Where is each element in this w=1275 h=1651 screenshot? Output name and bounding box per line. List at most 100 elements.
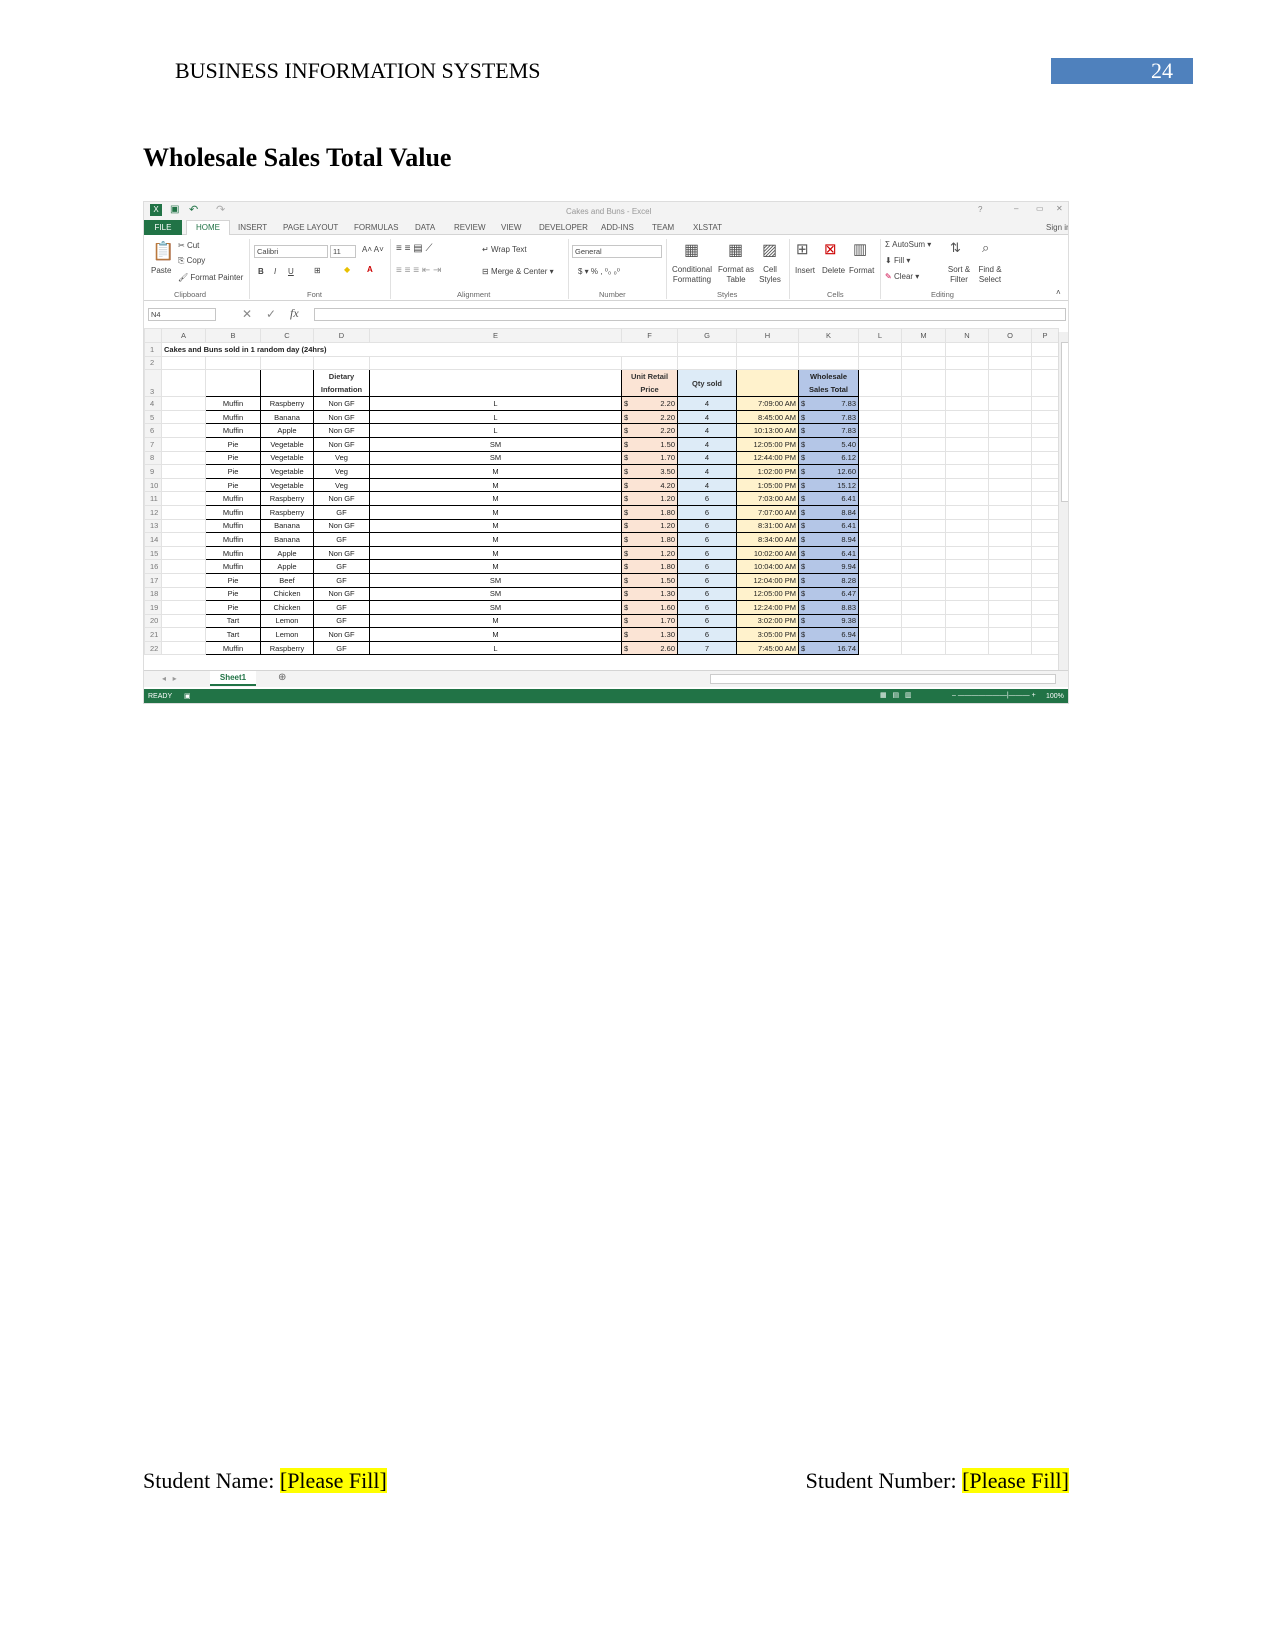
cell[interactable] [988, 423, 1032, 438]
row-header[interactable]: 14 [144, 532, 162, 547]
cell[interactable] [988, 436, 1032, 452]
cell[interactable] [988, 586, 1032, 602]
insert-function-icon[interactable]: fx [290, 306, 299, 321]
cell[interactable] [161, 409, 206, 425]
cell-qty[interactable]: 4 [677, 423, 737, 438]
cell-wholesale-total[interactable]: $6.47 [798, 586, 859, 602]
column-header[interactable]: D [313, 328, 370, 343]
cell[interactable] [988, 369, 1032, 398]
cell[interactable] [945, 532, 989, 547]
cell[interactable] [988, 409, 1032, 425]
cell[interactable] [988, 518, 1032, 534]
cell-dietary[interactable]: GF [313, 504, 370, 520]
cell[interactable] [161, 600, 206, 615]
bold-button[interactable]: B [258, 267, 264, 276]
row-header[interactable]: 7 [144, 436, 162, 452]
cell[interactable] [677, 355, 737, 371]
tab-team[interactable]: TEAM [652, 223, 674, 232]
cell-qty[interactable]: 6 [677, 532, 737, 547]
cell-size[interactable]: SM [369, 586, 622, 602]
redo-icon[interactable]: ↷ [216, 203, 225, 216]
cut-button[interactable]: ✂ Cut [178, 241, 199, 250]
row-header[interactable]: 6 [144, 423, 162, 438]
cell[interactable] [988, 477, 1032, 493]
row-header[interactable]: 17 [144, 572, 162, 588]
cell-dietary[interactable]: Non GF [313, 491, 370, 506]
cell[interactable] [901, 396, 946, 411]
cell-item[interactable]: Pie [205, 464, 261, 479]
cell-wholesale-total[interactable]: $8.83 [798, 600, 859, 615]
cell-unit-price[interactable]: $2.20 [621, 396, 678, 411]
fill-button[interactable]: ⬇ Fill ▾ [885, 256, 910, 265]
cell-unit-price[interactable]: $1.70 [621, 450, 678, 466]
cell[interactable] [988, 613, 1032, 629]
cell[interactable] [945, 545, 989, 561]
cell[interactable] [858, 600, 902, 615]
cell[interactable] [901, 532, 946, 547]
cell[interactable] [945, 436, 989, 452]
column-header[interactable]: C [260, 328, 314, 343]
save-icon[interactable]: ▣ [170, 204, 179, 215]
cell[interactable] [161, 355, 206, 371]
cell-time[interactable]: 1:05:00 PM [736, 477, 799, 493]
select-all[interactable] [144, 328, 162, 343]
cell-size[interactable]: SM [369, 600, 622, 615]
cell-time[interactable]: 7:03:00 AM [736, 491, 799, 506]
column-header[interactable]: P [1031, 328, 1059, 343]
cell-qty[interactable]: 6 [677, 504, 737, 520]
cell-size[interactable]: M [369, 532, 622, 547]
cell-size[interactable]: M [369, 518, 622, 534]
cell-wholesale-total[interactable]: $7.83 [798, 396, 859, 411]
cell-size[interactable]: M [369, 627, 622, 642]
cell-flavour[interactable]: Beef [260, 572, 314, 588]
cell[interactable] [945, 572, 989, 588]
cell-dietary[interactable]: Non GF [313, 396, 370, 411]
tab-page-layout[interactable]: PAGE LAYOUT [283, 223, 338, 232]
cell[interactable] [1031, 600, 1059, 615]
cell[interactable] [1031, 436, 1059, 452]
cell-wholesale-total[interactable]: $16.74 [798, 640, 859, 656]
sheet-tab-sheet1[interactable]: Sheet1 [210, 671, 256, 686]
cell[interactable] [858, 369, 902, 398]
cell[interactable] [858, 559, 902, 574]
row-header[interactable]: 9 [144, 464, 162, 479]
cell[interactable] [901, 436, 946, 452]
cell[interactable] [798, 355, 859, 371]
cell-flavour[interactable]: Raspberry [260, 504, 314, 520]
cell-wholesale-total[interactable]: $15.12 [798, 477, 859, 493]
cell[interactable] [945, 369, 989, 398]
cell[interactable] [161, 640, 206, 656]
cell-time[interactable]: 3:02:00 PM [736, 613, 799, 629]
restore-icon[interactable]: ▭ [1036, 204, 1044, 213]
cell[interactable] [1031, 532, 1059, 547]
new-sheet-icon[interactable]: ⊕ [278, 672, 286, 683]
cell-flavour[interactable]: Vegetable [260, 477, 314, 493]
view-normal-icon[interactable]: ▦ ▤ ▥ [880, 691, 912, 699]
cell[interactable] [161, 423, 206, 438]
format-painter-button[interactable]: 🖌 Format Painter [178, 273, 243, 282]
cell[interactable] [1031, 396, 1059, 411]
cell-wholesale-total[interactable]: $7.83 [798, 423, 859, 438]
macro-record-icon[interactable]: ▣ [184, 692, 191, 700]
cell[interactable] [988, 532, 1032, 547]
cell[interactable] [945, 640, 989, 656]
minimize-icon[interactable]: – [1014, 204, 1018, 213]
cell[interactable] [858, 355, 902, 371]
cell-item[interactable]: Muffin [205, 409, 261, 425]
cell[interactable] [1031, 613, 1059, 629]
borders-icon[interactable]: ⊞ [314, 266, 321, 275]
cell-flavour[interactable]: Vegetable [260, 436, 314, 452]
cell[interactable] [369, 355, 622, 371]
align-top-icon[interactable]: ≡ ≡ ▤ ⟋ [396, 243, 432, 254]
column-header[interactable]: E [369, 328, 622, 343]
cell-dietary[interactable]: Non GF [313, 545, 370, 561]
scroll-tabs-icon[interactable]: ◂ ▸ [162, 674, 177, 683]
header-unit-price[interactable]: Unit Retail Price [621, 369, 678, 398]
cell[interactable] [901, 640, 946, 656]
cell-qty[interactable]: 6 [677, 586, 737, 602]
cell[interactable] [858, 518, 902, 534]
tab-formulas[interactable]: FORMULAS [354, 223, 398, 232]
cell-size[interactable]: L [369, 423, 622, 438]
cell[interactable] [313, 355, 370, 371]
cell[interactable] [945, 613, 989, 629]
